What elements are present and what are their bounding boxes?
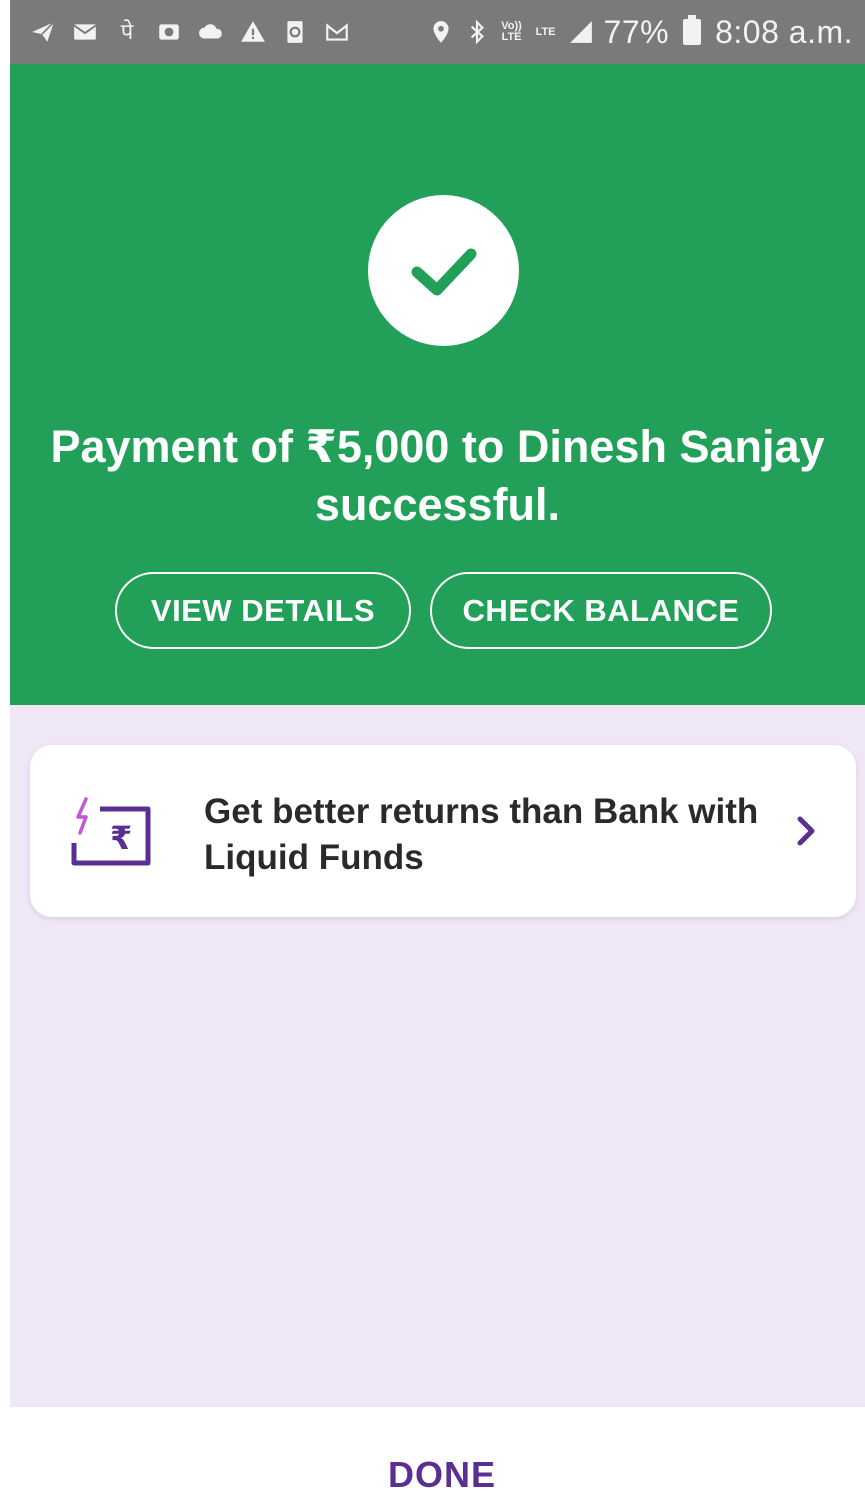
promo-text: Get better returns than Bank with Liquid… [204,792,759,877]
hindi-app-icon: पे [120,19,134,44]
success-message: Payment of ₹5,000 to Dinesh Sanjay succe… [50,421,825,530]
chevron-right-icon [792,813,820,849]
mail-icon [72,19,98,45]
view-details-button[interactable]: VIEW DETAILS [115,572,411,649]
clock: 8:08 a.m. [715,13,853,50]
battery-icon [683,15,702,45]
warning-icon [240,19,266,45]
notification-icons: पे [30,19,428,45]
camera-icon [156,19,182,45]
rupee-card-icon: ₹ [70,791,160,871]
recycle-icon [282,19,308,45]
volte-icon: Vo)) LTE [501,20,522,43]
success-panel: Payment of ₹5,000 to Dinesh Sanjay succe… [10,64,865,705]
signal-icon [568,19,594,45]
liquid-funds-promo-card[interactable]: ₹ Get better returns than Bank with Liqu… [30,745,856,917]
location-icon [428,19,454,45]
system-status: Vo)) LTE LTE 77% 8:08 a.m. [428,14,853,51]
content-area: ₹ Get better returns than Bank with Liqu… [10,705,865,1407]
battery-percent: 77% [603,13,670,50]
bluetooth-icon [464,19,490,45]
lte-icon: LTE [535,25,556,38]
gmail-icon [324,19,350,45]
status-bar: पे Vo)) LTE LTE 77% 8:08 a.m. [10,0,865,64]
done-button[interactable]: DONE [337,1447,547,1493]
payment-success-screen: पे Vo)) LTE LTE 77% 8:08 a.m. Payment of… [10,0,865,1493]
success-check-icon [368,195,519,346]
cloud-icon [198,19,224,45]
svg-text:₹: ₹ [110,819,132,857]
bottom-bar: DONE [10,1407,865,1493]
telegram-icon [30,19,56,45]
check-balance-button[interactable]: CHECK BALANCE [430,572,772,649]
